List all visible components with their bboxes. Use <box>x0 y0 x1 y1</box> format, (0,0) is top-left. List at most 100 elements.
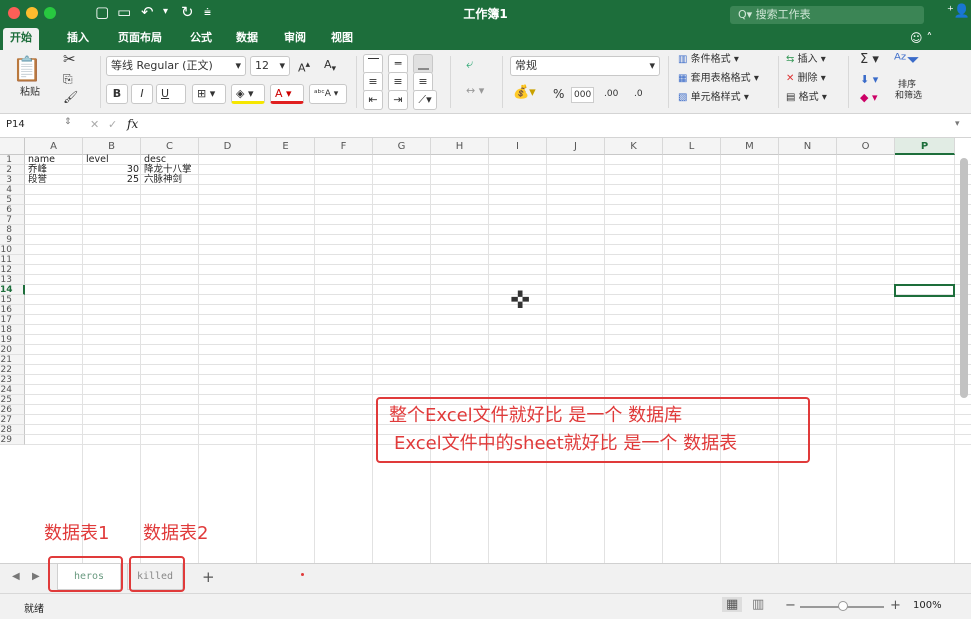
row-header-13[interactable]: 13 <box>0 275 25 285</box>
row-header-19[interactable]: 19 <box>0 335 25 345</box>
autosum-button[interactable]: Σ ▾ <box>860 53 879 67</box>
expand-formula-bar-icon[interactable]: ▾ <box>955 119 960 129</box>
column-header-D[interactable]: D <box>199 138 257 155</box>
font-name-select[interactable]: 等线 Regular (正文) ▾ <box>106 56 246 76</box>
row-header-17[interactable]: 17 <box>0 315 25 325</box>
next-sheet-icon[interactable]: ▶ <box>32 571 40 582</box>
italic-button[interactable]: I <box>131 84 153 104</box>
increase-font-size-button[interactable]: A▴ <box>294 56 318 76</box>
row-header-25[interactable]: 25 <box>0 395 25 405</box>
increase-indent-button[interactable]: ⇥ <box>388 90 408 110</box>
insert-cells-button[interactable]: ⇆ 插入 ▾ <box>786 53 826 67</box>
formula-input[interactable] <box>160 118 950 134</box>
row-header-22[interactable]: 22 <box>0 365 25 375</box>
align-right-button[interactable]: ≡ <box>413 72 433 92</box>
row-header-18[interactable]: 18 <box>0 325 25 335</box>
row-header-29[interactable]: 29 <box>0 435 25 445</box>
number-format-select[interactable]: 常规 ▾ <box>510 56 660 76</box>
column-header-E[interactable]: E <box>257 138 315 155</box>
clear-icon[interactable]: ◆ ▾ <box>860 91 877 105</box>
decrease-indent-button[interactable]: ⇤ <box>363 90 383 110</box>
borders-button[interactable]: ⊞ ▾ <box>192 84 226 104</box>
column-header-B[interactable]: B <box>83 138 141 155</box>
row-header-16[interactable]: 16 <box>0 305 25 315</box>
cell-A3[interactable]: 段誉 <box>28 175 81 185</box>
percent-button[interactable]: % <box>553 87 564 101</box>
align-bottom-button[interactable]: ⎽ <box>413 54 433 74</box>
cancel-formula-icon[interactable]: ✕ <box>90 118 99 131</box>
copy-icon[interactable]: ⎘ <box>63 72 73 86</box>
sort-filter-label-1[interactable]: 排序 <box>898 80 916 91</box>
column-header-F[interactable]: F <box>315 138 373 155</box>
cut-icon[interactable]: ✂ <box>63 52 76 67</box>
wrap-text-icon[interactable]: ⤶ <box>466 58 473 72</box>
column-header-H[interactable]: H <box>431 138 489 155</box>
bold-button[interactable]: B <box>106 84 128 104</box>
row-header-3[interactable]: 3 <box>0 175 25 185</box>
format-as-table-button[interactable]: ▦ 套用表格格式 ▾ <box>678 72 759 86</box>
cell-C3[interactable]: 六脉神剑 <box>144 175 197 185</box>
format-cells-button[interactable]: ▤ 格式 ▾ <box>786 91 827 105</box>
paste-icon[interactable]: 📋 <box>12 56 42 82</box>
add-sheet-button[interactable]: + <box>202 568 215 586</box>
function-fx-icon[interactable]: fx <box>127 117 138 131</box>
tab-data[interactable]: 数据 <box>236 28 258 50</box>
align-left-button[interactable]: ≡ <box>363 72 383 92</box>
row-header-15[interactable]: 15 <box>0 295 25 305</box>
column-header-M[interactable]: M <box>721 138 779 155</box>
increase-decimal-button[interactable]: .00 <box>604 87 618 101</box>
paste-label[interactable]: 粘贴 <box>20 86 40 100</box>
font-size-select[interactable]: 12 ▾ <box>250 56 290 76</box>
column-header-I[interactable]: I <box>489 138 547 155</box>
row-header-7[interactable]: 7 <box>0 215 25 225</box>
conditional-format-button[interactable]: ▥ 条件格式 ▾ <box>678 53 739 67</box>
column-header-A[interactable]: A <box>25 138 83 155</box>
column-header-L[interactable]: L <box>663 138 721 155</box>
accounting-format-icon[interactable]: 💰▾ <box>513 86 536 100</box>
row-header-11[interactable]: 11 <box>0 255 25 265</box>
confirm-formula-icon[interactable]: ✓ <box>108 118 117 131</box>
decrease-font-size-button[interactable]: A▾ <box>320 56 344 76</box>
row-header-24[interactable]: 24 <box>0 385 25 395</box>
row-header-8[interactable]: 8 <box>0 225 25 235</box>
zoom-out-button[interactable]: − <box>785 598 796 613</box>
zoom-slider-thumb[interactable] <box>838 601 848 611</box>
page-layout-view-icon[interactable]: ▥ <box>752 597 764 612</box>
row-header-21[interactable]: 21 <box>0 355 25 365</box>
tab-view[interactable]: 视图 <box>331 28 353 50</box>
column-header-J[interactable]: J <box>547 138 605 155</box>
row-header-1[interactable]: 1 <box>0 155 25 165</box>
decrease-decimal-button[interactable]: .0 <box>634 87 643 101</box>
orientation-button[interactable]: ⟋▾ <box>413 90 437 110</box>
row-header-27[interactable]: 27 <box>0 415 25 425</box>
font-color-button[interactable]: A ▾ <box>270 84 304 104</box>
row-header-12[interactable]: 12 <box>0 265 25 275</box>
fill-icon[interactable]: ⬇ ▾ <box>860 73 878 87</box>
vertical-scrollbar[interactable] <box>960 158 968 398</box>
column-header-G[interactable]: G <box>373 138 431 155</box>
row-header-6[interactable]: 6 <box>0 205 25 215</box>
row-header-26[interactable]: 26 <box>0 405 25 415</box>
select-all-corner[interactable] <box>0 138 25 155</box>
tab-page-layout[interactable]: 页面布局 <box>118 28 162 50</box>
column-header-N[interactable]: N <box>779 138 837 155</box>
tab-formulas[interactable]: 公式 <box>190 28 212 50</box>
zoom-in-button[interactable]: + <box>890 598 901 613</box>
row-header-28[interactable]: 28 <box>0 425 25 435</box>
row-header-2[interactable]: 2 <box>0 165 25 175</box>
feedback-smiley-icon[interactable]: ☺ ˄ <box>910 28 932 50</box>
align-center-button[interactable]: ≡ <box>388 72 408 92</box>
worksheet-grid[interactable]: A B C D E F G H I J K L M N O P 1 2 3 4 5 6 7 8 9 10 11 12 13 14 15 16 1… <box>0 138 971 563</box>
delete-cells-button[interactable]: ✕ 删除 ▾ <box>786 72 826 86</box>
phonetic-button[interactable]: ᵃᵇᶜA ▾ <box>309 84 347 104</box>
column-header-P[interactable]: P <box>895 138 955 155</box>
comma-style-button[interactable]: 000 <box>571 87 595 103</box>
column-header-K[interactable]: K <box>605 138 663 155</box>
underline-button[interactable]: U <box>156 84 186 104</box>
tab-review[interactable]: 审阅 <box>284 28 306 50</box>
prev-sheet-icon[interactable]: ◀ <box>12 571 20 582</box>
cell-styles-button[interactable]: ▧ 单元格样式 ▾ <box>678 91 749 105</box>
tab-insert[interactable]: 插入 <box>67 28 89 50</box>
share-user-icon[interactable]: ⁺👤 <box>947 3 970 21</box>
name-box-stepper-icon[interactable]: ⇕ <box>64 117 72 127</box>
